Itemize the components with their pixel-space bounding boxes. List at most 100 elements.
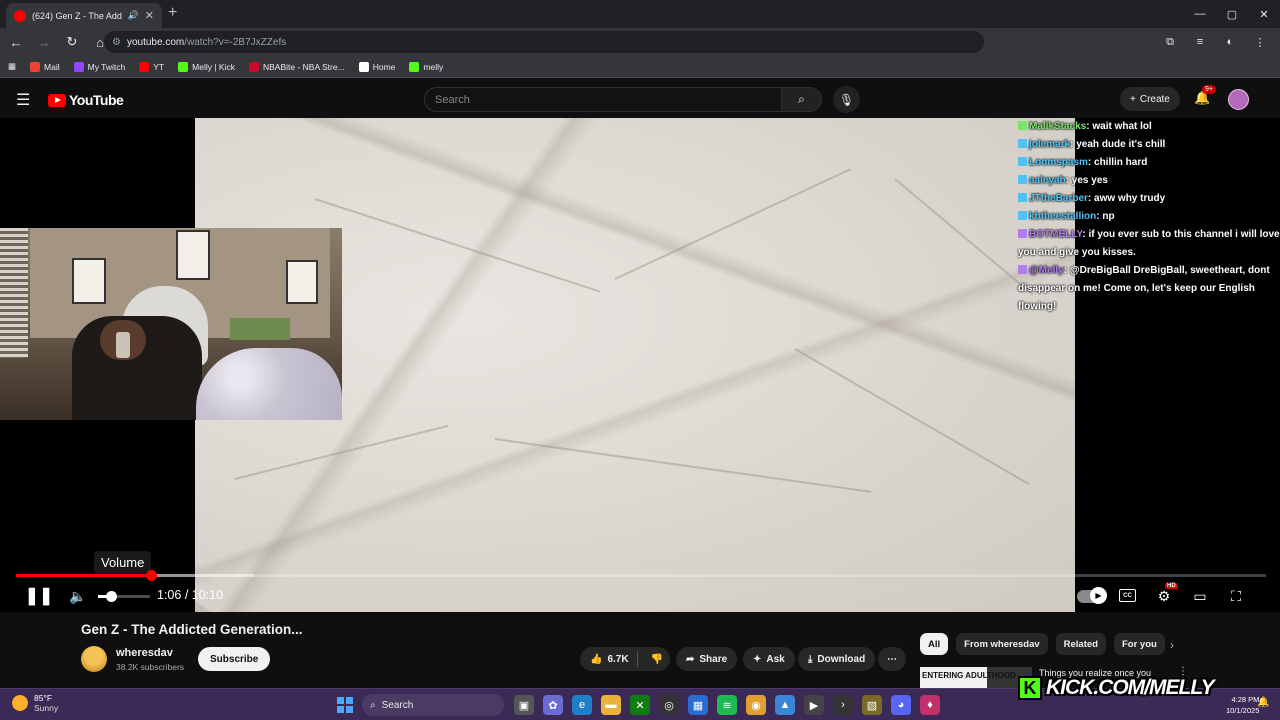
browser-tab-bar: (624) Gen Z - The Addicted 🔊 ✕ + — ▢ ✕ xyxy=(0,0,1280,28)
bookmark-melly[interactable]: melly xyxy=(409,61,443,72)
notifications-button[interactable]: 🔔 9+ xyxy=(1194,85,1216,106)
time-total: 10:10 xyxy=(191,588,224,602)
search-button[interactable]: ⌕ xyxy=(782,87,822,112)
chip-related[interactable]: Related xyxy=(1055,633,1106,655)
channel-avatar[interactable] xyxy=(81,646,107,672)
hamburger-menu-icon[interactable]: ☰ xyxy=(16,90,30,110)
like-button[interactable]: 👍 6.7K xyxy=(580,651,638,667)
apps-grid-icon[interactable]: ▦ xyxy=(8,61,16,72)
thumbnail-text: ENTERING ADULTHOOD xyxy=(922,671,1016,680)
bookmark-home[interactable]: Home xyxy=(358,61,395,72)
theater-mode-icon[interactable]: ▭ xyxy=(1190,584,1210,608)
chat-username: jolemark xyxy=(1029,139,1071,150)
edge-icon[interactable]: e xyxy=(572,695,592,715)
taskbar-search-label: Search xyxy=(381,699,414,711)
related-chips: All From wheresdav Related For you xyxy=(920,633,1165,655)
autoplay-toggle[interactable] xyxy=(1077,587,1107,604)
chrome-icon[interactable]: ◉ xyxy=(746,695,766,715)
gmail-icon xyxy=(30,61,41,72)
discord-icon[interactable]: ◕ xyxy=(891,695,911,715)
chat-message: kbtheestallion: np xyxy=(1014,208,1280,226)
photos-icon[interactable]: ▲ xyxy=(775,695,795,715)
video-player[interactable]: MalikStacks: wait what lol jolemark: yeah… xyxy=(0,118,1280,612)
channel-name[interactable]: wheresdav xyxy=(116,647,173,659)
media-player-icon[interactable]: ▶ xyxy=(804,695,824,715)
pause-icon[interactable]: ❚❚ xyxy=(25,584,54,608)
windows-start-icon[interactable] xyxy=(337,697,353,713)
volume-slider[interactable] xyxy=(98,591,150,602)
bookmark-my-twitch[interactable]: My Twitch xyxy=(73,61,126,72)
chip-from-channel[interactable]: From wheresdav xyxy=(956,633,1048,655)
notification-icon[interactable]: 🔔 xyxy=(1257,697,1269,708)
maximize-icon[interactable]: ▢ xyxy=(1216,0,1248,28)
more-icon[interactable]: ⋮ xyxy=(1250,32,1270,52)
download-button[interactable]: ⤓ Download xyxy=(798,647,876,671)
pin-app-icon[interactable]: ♦ xyxy=(920,695,940,715)
more-actions-button[interactable]: ⋯ xyxy=(878,647,906,671)
window-controls: — ▢ ✕ xyxy=(1184,0,1280,28)
fullscreen-icon[interactable]: ⛶ xyxy=(1226,584,1246,608)
tab-close-icon[interactable]: ✕ xyxy=(145,9,154,22)
chat-message: jolemark: yeah dude it's chill xyxy=(1014,136,1280,154)
bookmark-melly-kick[interactable]: Melly | Kick xyxy=(178,61,235,72)
player-controls: ❚❚ 🔈 1:06 / 10:10 CC ⚙ HD ▭ ⛶ xyxy=(0,580,1280,612)
weather-widget[interactable]: 85°F Sunny xyxy=(12,693,58,713)
back-icon[interactable]: ← xyxy=(4,30,28,54)
chat-username: kbtheestallion xyxy=(1029,211,1097,222)
window-close-icon[interactable]: ✕ xyxy=(1248,0,1280,28)
download-icon: ⤓ xyxy=(808,653,813,665)
game-icon[interactable]: ▧ xyxy=(862,695,882,715)
forward-icon[interactable]: → xyxy=(32,30,56,54)
chip-all[interactable]: All xyxy=(920,633,949,655)
reload-icon[interactable]: ↻ xyxy=(60,30,84,54)
recommendation-thumbnail[interactable]: ENTERING ADULTHOOD xyxy=(920,667,1032,689)
file-explorer-icon[interactable]: ▬ xyxy=(601,695,621,715)
site-info-icon[interactable]: ⚙ xyxy=(112,37,121,48)
xbox-icon[interactable]: ✕ xyxy=(630,695,650,715)
taskbar-search[interactable]: ⌕ Search xyxy=(362,694,504,716)
voice-search-button[interactable]: 🎙 xyxy=(833,86,860,113)
captions-button[interactable]: CC xyxy=(1119,589,1136,602)
like-count: 6.7K xyxy=(607,653,629,665)
volume-knob[interactable] xyxy=(106,591,117,602)
volume-icon[interactable]: 🔈 xyxy=(68,584,88,608)
new-tab-icon[interactable]: + xyxy=(168,4,177,22)
youtube-logo[interactable]: YouTube xyxy=(48,92,124,108)
chat-username: @Melly xyxy=(1029,265,1064,276)
ask-button[interactable]: ✦ Ask xyxy=(743,647,795,671)
address-bar[interactable]: ⚙ youtube.com/watch?v=-2B7JxZZefs xyxy=(104,31,984,53)
spotify-icon[interactable]: ≋ xyxy=(717,695,737,715)
url-host: youtube.com xyxy=(126,36,185,48)
system-clock[interactable]: 4:28 PM 10/1/2025 xyxy=(1226,694,1259,716)
sun-icon xyxy=(12,695,28,711)
task-view-icon[interactable]: ▣ xyxy=(514,695,534,715)
search-input[interactable] xyxy=(435,93,781,106)
dislike-button[interactable]: 👎 xyxy=(643,654,671,665)
chip-for-you[interactable]: For you xyxy=(1113,633,1165,655)
thumbs-up-icon: 👍 xyxy=(590,653,603,665)
copilot-icon[interactable]: ✿ xyxy=(543,695,563,715)
volume-tooltip: Volume xyxy=(94,551,152,574)
chat-username: BOTMELLY xyxy=(1029,229,1083,240)
obs-icon[interactable]: ◎ xyxy=(659,695,679,715)
speaker-icon[interactable]: 🔊 xyxy=(128,10,139,21)
browser-tab[interactable]: (624) Gen Z - The Addicted 🔊 ✕ xyxy=(6,3,162,28)
store-icon[interactable]: ▦ xyxy=(688,695,708,715)
avatar[interactable] xyxy=(1228,89,1249,110)
bookmark-mail[interactable]: Mail xyxy=(30,61,60,72)
create-button[interactable]: + Create xyxy=(1120,87,1180,111)
chevron-right-icon[interactable]: › xyxy=(1170,638,1174,652)
profile-icon[interactable]: ◐ xyxy=(1220,32,1240,52)
youtube-logo-text: YouTube xyxy=(69,92,124,108)
cast-icon[interactable]: ⧉ xyxy=(1160,32,1180,52)
subscribe-button[interactable]: Subscribe xyxy=(198,647,271,671)
chat-text: : chillin hard xyxy=(1087,157,1148,168)
bookmark-yt[interactable]: YT xyxy=(139,61,164,72)
share-button[interactable]: ➦ Share xyxy=(676,647,738,671)
progress-bar[interactable] xyxy=(16,570,1266,581)
minimize-icon[interactable]: — xyxy=(1184,0,1216,28)
menu-list-icon[interactable]: ≡ xyxy=(1190,32,1210,52)
terminal-icon[interactable]: › xyxy=(833,695,853,715)
bookmark-nbabite[interactable]: NBABite - NBA Stre... xyxy=(248,61,345,72)
bookmark-label: My Twitch xyxy=(87,61,126,72)
